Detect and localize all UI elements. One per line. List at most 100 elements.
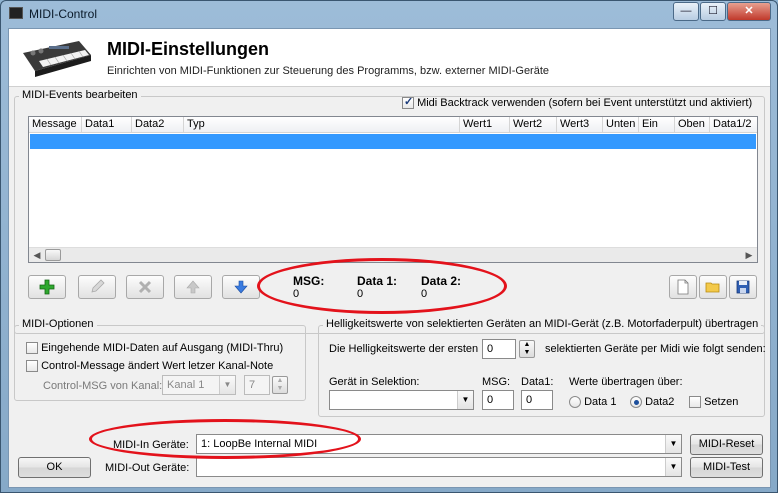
new-file-icon bbox=[677, 279, 689, 295]
brightness-data1-label: Data1: bbox=[521, 376, 554, 388]
send-devices-label: selektierten Geräte per Midi wie folgt s… bbox=[545, 343, 766, 355]
page-title: MIDI-Einstellungen bbox=[107, 39, 269, 59]
midi-thru-row[interactable]: Eingehende MIDI-Daten auf Ausgang (MIDI-… bbox=[26, 342, 284, 355]
transfer-via-label: Werte übertragen über: bbox=[569, 376, 683, 388]
setzen-checkbox[interactable] bbox=[689, 396, 701, 409]
chevron-down-icon: ▼ bbox=[665, 458, 681, 476]
column-header-data12[interactable]: Data1/2 bbox=[710, 117, 757, 133]
ok-button[interactable]: OK bbox=[18, 457, 91, 478]
scroll-thumb[interactable] bbox=[45, 249, 61, 261]
column-header-message[interactable]: Message bbox=[29, 117, 82, 133]
save-file-button[interactable] bbox=[729, 275, 757, 299]
msg-label: MSG: bbox=[293, 274, 325, 288]
control-msg-channel-label: Control-MSG von Kanal: bbox=[43, 380, 163, 392]
move-up-button[interactable] bbox=[174, 275, 212, 299]
midi-test-button[interactable]: MIDI-Test bbox=[690, 457, 763, 478]
radio-data1[interactable] bbox=[569, 396, 581, 409]
header-panel: MIDI-Einstellungen Einrichten von MIDI-F… bbox=[9, 29, 770, 87]
midi-in-value: 1: LoopBe Internal MIDI bbox=[201, 438, 318, 450]
kanal-number-input[interactable]: 7 bbox=[244, 375, 270, 395]
midi-options-group-label: MIDI-Optionen bbox=[19, 318, 97, 330]
kanal-select-value: Kanal 1 bbox=[167, 379, 205, 391]
column-header-wert1[interactable]: Wert1 bbox=[460, 117, 510, 133]
save-icon bbox=[736, 280, 750, 294]
backtrack-checkbox[interactable] bbox=[402, 95, 414, 110]
maximize-button[interactable]: ☐ bbox=[700, 2, 726, 21]
backtrack-checkbox-row[interactable]: Midi Backtrack verwenden (sofern bei Eve… bbox=[402, 95, 753, 110]
midi-in-select[interactable]: 1: LoopBe Internal MIDI ▼ bbox=[196, 434, 682, 454]
setzen-row[interactable]: Setzen bbox=[689, 396, 739, 409]
brightness-group-label: Helligkeitswerte von selektierten Geräte… bbox=[323, 318, 762, 330]
column-header-ein[interactable]: Ein bbox=[639, 117, 675, 133]
device-selection-label: Gerät in Selektion: bbox=[329, 376, 420, 388]
midi-control-window: MIDI-Control — ☐ ✕ MIDI-Einstellungen Ei… bbox=[0, 0, 778, 493]
control-message-row[interactable]: Control-Message ändert Wert letzer Kanal… bbox=[26, 360, 274, 373]
add-icon bbox=[39, 279, 55, 295]
chevron-down-icon: ▼ bbox=[665, 435, 681, 453]
data1-label: Data 1: bbox=[357, 274, 398, 288]
data2-label: Data 2: bbox=[421, 274, 462, 288]
delete-icon bbox=[138, 280, 152, 294]
data2-value: 0 bbox=[421, 288, 428, 300]
arrow-up-icon bbox=[186, 280, 200, 294]
control-message-checkbox[interactable] bbox=[26, 360, 38, 373]
first-devices-spinner[interactable]: ▲ ▼ bbox=[519, 340, 535, 358]
setzen-label: Setzen bbox=[704, 396, 739, 408]
column-header-wert2[interactable]: Wert2 bbox=[510, 117, 557, 133]
radio-data2-label: Data2 bbox=[645, 396, 675, 408]
list-header: Message Data1 Data2 Typ Wert1 Wert2 Wert… bbox=[29, 117, 757, 133]
dialog-client-area: MIDI-Einstellungen Einrichten von MIDI-F… bbox=[8, 28, 771, 488]
backtrack-label: Midi Backtrack verwenden (sofern bei Eve… bbox=[417, 97, 753, 109]
brightness-msg-input[interactable]: 0 bbox=[482, 390, 514, 410]
pencil-icon bbox=[91, 279, 105, 293]
page-subtitle: Einrichten von MIDI-Funktionen zur Steue… bbox=[107, 65, 550, 77]
midi-out-select[interactable]: ▼ bbox=[196, 457, 682, 477]
column-header-unten[interactable]: Unten bbox=[603, 117, 639, 133]
column-header-data1[interactable]: Data1 bbox=[82, 117, 132, 133]
scroll-left-icon[interactable]: ◀ bbox=[30, 249, 44, 261]
move-down-button[interactable] bbox=[222, 275, 260, 299]
arrow-down-icon bbox=[234, 280, 248, 294]
midi-events-group-label: MIDI-Events bearbeiten bbox=[19, 89, 141, 101]
delete-event-button[interactable] bbox=[126, 275, 164, 299]
kanal-spinner[interactable]: ▲ ▼ bbox=[272, 376, 288, 394]
brightness-msg-label: MSG: bbox=[482, 376, 511, 388]
minimize-button[interactable]: — bbox=[673, 2, 699, 21]
radio-data2[interactable] bbox=[630, 396, 642, 409]
scroll-right-icon[interactable]: ▶ bbox=[742, 249, 756, 261]
midi-out-label: MIDI-Out Geräte: bbox=[105, 462, 190, 474]
column-header-typ[interactable]: Typ bbox=[184, 117, 460, 133]
kanal-select[interactable]: Kanal 1 ▼ bbox=[162, 375, 236, 395]
radio-data1-row[interactable]: Data 1 bbox=[569, 396, 617, 409]
edit-event-button[interactable] bbox=[78, 275, 116, 299]
new-file-button[interactable] bbox=[669, 275, 697, 299]
data1-value: 0 bbox=[357, 288, 364, 300]
folder-icon bbox=[705, 282, 720, 293]
midi-thru-checkbox[interactable] bbox=[26, 342, 38, 355]
chevron-down-icon: ▼ bbox=[219, 376, 235, 394]
column-header-data2[interactable]: Data2 bbox=[132, 117, 184, 133]
table-row-selected[interactable] bbox=[30, 134, 756, 149]
control-message-label: Control-Message ändert Wert letzer Kanal… bbox=[41, 360, 274, 372]
app-icon bbox=[9, 7, 23, 19]
device-selection-select[interactable]: ▼ bbox=[329, 390, 474, 410]
midi-events-list[interactable]: Message Data1 Data2 Typ Wert1 Wert2 Wert… bbox=[28, 116, 758, 263]
midi-keyboard-icon bbox=[23, 41, 91, 77]
midi-in-label: MIDI-In Geräte: bbox=[113, 439, 189, 451]
add-event-button[interactable] bbox=[28, 275, 66, 299]
column-header-oben[interactable]: Oben bbox=[675, 117, 710, 133]
chevron-down-icon: ▼ bbox=[457, 391, 473, 409]
open-file-button[interactable] bbox=[699, 275, 727, 299]
horizontal-scrollbar[interactable]: ◀ ▶ bbox=[29, 247, 757, 262]
brightness-data1-input[interactable]: 0 bbox=[521, 390, 553, 410]
column-header-wert3[interactable]: Wert3 bbox=[557, 117, 603, 133]
radio-data2-row[interactable]: Data2 bbox=[630, 396, 675, 409]
midi-reset-button[interactable]: MIDI-Reset bbox=[690, 434, 763, 455]
title-bar[interactable]: MIDI-Control — ☐ ✕ bbox=[1, 1, 777, 27]
first-devices-label: Die Helligkeitswerte der ersten bbox=[329, 343, 479, 355]
msg-value: 0 bbox=[293, 288, 300, 300]
first-devices-input[interactable]: 0 bbox=[482, 339, 516, 359]
radio-data1-label: Data 1 bbox=[584, 396, 617, 408]
midi-thru-label: Eingehende MIDI-Daten auf Ausgang (MIDI-… bbox=[41, 342, 284, 354]
close-button[interactable]: ✕ bbox=[727, 2, 771, 21]
